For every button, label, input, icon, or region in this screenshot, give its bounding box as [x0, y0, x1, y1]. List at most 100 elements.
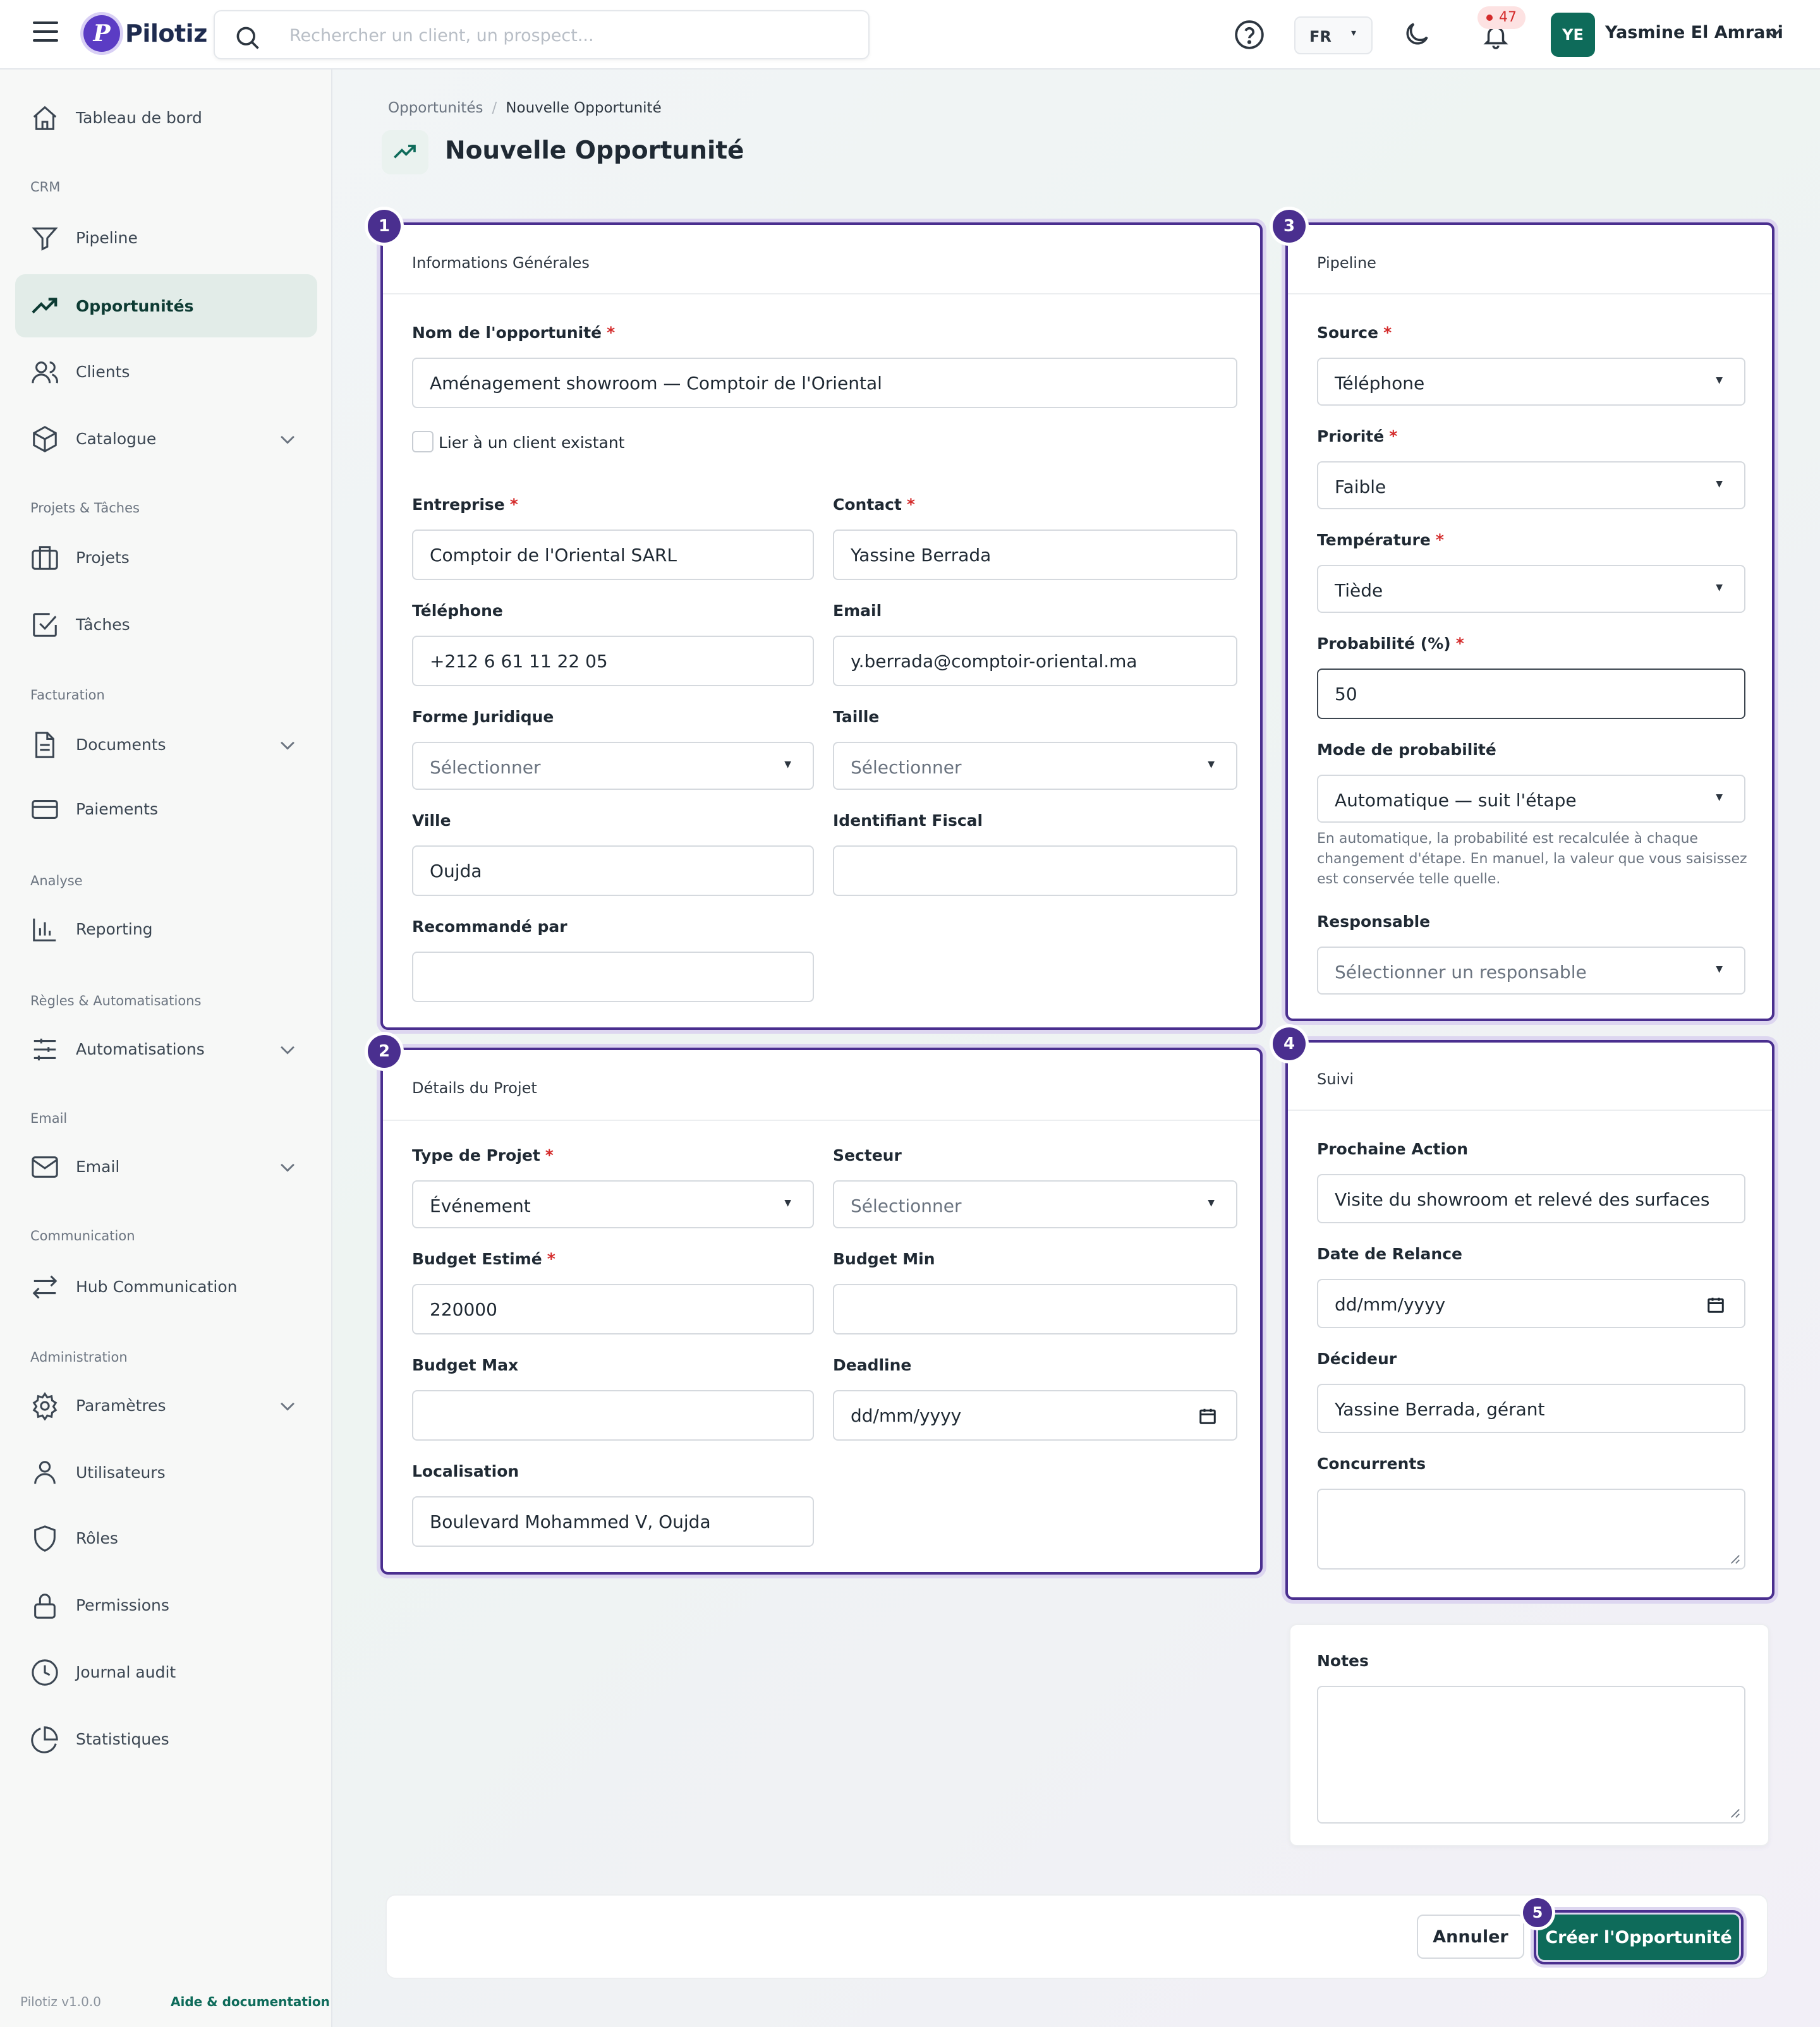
company-input[interactable]: Comptoir de l'Oriental SARL: [412, 529, 814, 580]
field-label: Localisation: [412, 1462, 519, 1480]
calendar-icon[interactable]: [1706, 1295, 1725, 1314]
field-label: Identifiant Fiscal: [833, 811, 983, 830]
breadcrumb-link[interactable]: Opportunités: [388, 100, 483, 116]
sidebar-item-automations[interactable]: Automatisations: [15, 1017, 317, 1080]
language-select[interactable]: FR ▾: [1294, 16, 1373, 54]
sidebar-item-users[interactable]: Utilisateurs: [15, 1441, 317, 1504]
chevron-down-icon[interactable]: [1762, 21, 1785, 44]
project-type-select[interactable]: Événement ▼: [412, 1180, 814, 1228]
link-client-checkbox[interactable]: [412, 431, 434, 452]
legal-form-select[interactable]: Sélectionner ▼: [412, 742, 814, 790]
probability-input[interactable]: 50: [1317, 669, 1745, 719]
card-title: Informations Générales: [412, 254, 590, 272]
priority-select[interactable]: Faible ▼: [1317, 461, 1745, 509]
owner-select[interactable]: Sélectionner un responsable ▼: [1317, 947, 1745, 995]
sidebar-item-email[interactable]: Email: [15, 1135, 317, 1198]
deadline-date-input[interactable]: dd/mm/yyyy: [833, 1390, 1237, 1441]
sidebar-item-label: Projets: [76, 548, 130, 567]
sidebar-item-pipeline[interactable]: Pipeline: [15, 206, 317, 269]
avatar[interactable]: YE: [1551, 13, 1595, 57]
budget-max-input[interactable]: [412, 1390, 814, 1441]
project-details-card: Détails du Projet Type de Projet * Événem…: [380, 1048, 1263, 1575]
top-bar: P Pilotiz FR ▾ 47 YE Yasmine El Amrani: [0, 0, 1820, 70]
home-icon: [33, 106, 57, 130]
user-name[interactable]: Yasmine El Amrani: [1605, 23, 1783, 42]
sidebar-item-reporting[interactable]: Reporting: [15, 897, 317, 960]
card-title: Détails du Projet: [412, 1079, 537, 1097]
box-icon: [33, 426, 57, 452]
email-input[interactable]: y.berrada@comptoir-oriental.ma: [833, 636, 1237, 686]
sidebar-item-clients[interactable]: Clients: [15, 340, 317, 403]
followup-date-input[interactable]: dd/mm/yyyy: [1317, 1279, 1745, 1328]
chevron-down-icon: [281, 1163, 294, 1172]
sidebar-item-label: Rôles: [76, 1528, 118, 1547]
size-select[interactable]: Sélectionner ▼: [833, 742, 1237, 790]
sidebar-item-communication-hub[interactable]: Hub Communication: [15, 1255, 317, 1318]
field-label: Prochaine Action: [1317, 1140, 1469, 1158]
field-label: Deadline: [833, 1356, 912, 1374]
card-header: Suivi: [1288, 1043, 1772, 1111]
notification-badge[interactable]: 47: [1477, 6, 1526, 29]
field-label: Température *: [1317, 531, 1444, 549]
search-input[interactable]: [289, 21, 846, 49]
sidebar-item-projects[interactable]: Projets: [15, 526, 317, 589]
phone-input[interactable]: +212 6 61 11 22 05: [412, 636, 814, 686]
sector-select[interactable]: Sélectionner ▼: [833, 1180, 1237, 1228]
sidebar-item-documents[interactable]: Documents: [15, 713, 317, 776]
sidebar: Tableau de bord CRM Pipeline Opportunité…: [0, 70, 332, 2027]
create-opportunity-button[interactable]: Créer l'Opportunité: [1534, 1910, 1744, 1964]
probability-mode-select[interactable]: Automatique — suit l'étape ▼: [1317, 775, 1745, 823]
sidebar-item-dashboard[interactable]: Tableau de bord: [15, 86, 317, 149]
field-label: Contact *: [833, 495, 915, 514]
estimated-budget-input[interactable]: 220000: [412, 1284, 814, 1334]
sidebar-section-billing: Facturation: [30, 687, 105, 703]
sidebar-item-opportunities[interactable]: Opportunités: [15, 274, 317, 337]
cancel-button[interactable]: Annuler: [1417, 1915, 1524, 1959]
link-client-label[interactable]: Lier à un client existant: [439, 433, 624, 452]
sidebar-item-settings[interactable]: Paramètres: [15, 1374, 317, 1437]
field-label: Type de Projet *: [412, 1146, 554, 1165]
app-logo[interactable]: P Pilotiz: [83, 15, 207, 52]
field-label: Responsable: [1317, 912, 1431, 931]
sidebar-item-catalogue[interactable]: Catalogue: [15, 407, 317, 470]
app-version: Pilotiz v1.0.0: [20, 1994, 101, 2009]
field-label: Notes: [1317, 1652, 1369, 1670]
sidebar-item-permissions[interactable]: Permissions: [15, 1573, 317, 1637]
city-input[interactable]: Oujda: [412, 845, 814, 896]
contact-input[interactable]: Yassine Berrada: [833, 529, 1237, 580]
budget-min-input[interactable]: [833, 1284, 1237, 1334]
tax-id-input[interactable]: [833, 845, 1237, 896]
field-label: Mode de probabilité: [1317, 741, 1496, 759]
source-select[interactable]: Téléphone ▼: [1317, 358, 1745, 406]
sidebar-item-label: Pipeline: [76, 228, 138, 247]
referred-by-input[interactable]: [412, 952, 814, 1002]
resize-handle-icon[interactable]: [1729, 1807, 1740, 1818]
calendar-icon[interactable]: [1198, 1407, 1217, 1425]
step-badge: 1: [368, 210, 401, 243]
sidebar-item-label: Documents: [76, 735, 166, 754]
search-icon: [236, 27, 259, 49]
location-input[interactable]: Boulevard Mohammed V, Oujda: [412, 1496, 814, 1547]
sidebar-section-email: Email: [30, 1111, 68, 1126]
temperature-select[interactable]: Tiède ▼: [1317, 565, 1745, 613]
menu-icon[interactable]: [33, 21, 58, 44]
moon-icon[interactable]: [1402, 19, 1432, 49]
opportunity-name-input[interactable]: Aménagement showroom — Comptoir de l'Ori…: [412, 358, 1237, 408]
notes-textarea[interactable]: [1317, 1686, 1745, 1824]
sidebar-item-audit-log[interactable]: Journal audit: [15, 1640, 317, 1703]
sidebar-item-statistics[interactable]: Statistiques: [15, 1707, 317, 1770]
bar-chart-icon: [33, 918, 56, 941]
help-docs-link[interactable]: Aide & documentation: [171, 1994, 330, 2009]
step-badge: 2: [368, 1035, 401, 1068]
search-box[interactable]: [214, 10, 870, 59]
resize-handle-icon[interactable]: [1729, 1553, 1740, 1564]
sidebar-item-tasks[interactable]: Tâches: [15, 593, 317, 656]
help-icon[interactable]: [1234, 19, 1265, 51]
decision-maker-input[interactable]: Yassine Berrada, gérant: [1317, 1384, 1745, 1433]
sidebar-section-analysis: Analyse: [30, 873, 83, 888]
next-action-input[interactable]: Visite du showroom et relevé des surface…: [1317, 1174, 1745, 1223]
sidebar-item-roles[interactable]: Rôles: [15, 1506, 317, 1570]
competitors-textarea[interactable]: [1317, 1489, 1745, 1570]
sidebar-item-payments[interactable]: Paiements: [15, 777, 317, 840]
sidebar-section-admin: Administration: [30, 1350, 128, 1365]
